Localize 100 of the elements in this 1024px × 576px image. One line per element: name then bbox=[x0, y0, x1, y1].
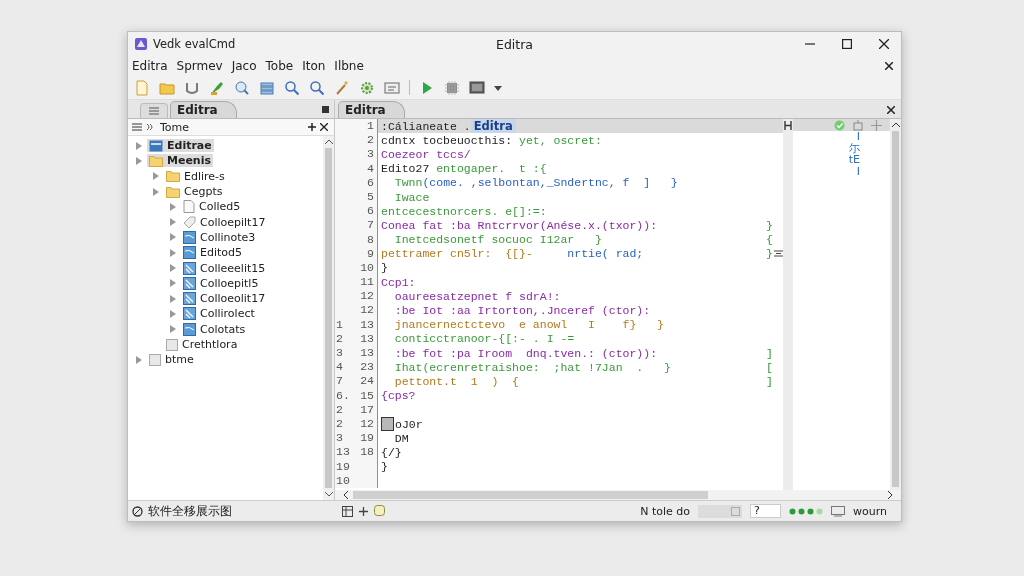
scroll-right-icon[interactable] bbox=[887, 491, 893, 499]
code-line: } bbox=[381, 460, 388, 474]
mode-dropdown[interactable]: ? bbox=[750, 504, 781, 518]
close-icon[interactable] bbox=[885, 62, 893, 70]
editor-tab[interactable]: Editra bbox=[338, 101, 405, 118]
line-number: 13 bbox=[350, 346, 377, 361]
menu-item[interactable]: Jaco bbox=[231, 59, 257, 73]
tree-item[interactable]: Meenis bbox=[147, 154, 214, 168]
expand-arrow-icon[interactable] bbox=[153, 172, 159, 181]
tree-item[interactable]: Editrae bbox=[147, 139, 214, 153]
tree-item[interactable]: btme bbox=[147, 353, 196, 367]
expand-arrow-icon[interactable] bbox=[170, 233, 176, 242]
expand-arrow-icon[interactable] bbox=[170, 294, 176, 303]
status-field[interactable] bbox=[698, 504, 742, 518]
panel-tab[interactable]: Editra bbox=[170, 101, 237, 118]
check-icon[interactable] bbox=[834, 119, 845, 131]
expand-arrow-icon[interactable] bbox=[170, 248, 176, 257]
line-number: 23 bbox=[350, 360, 377, 375]
code-bracket: } bbox=[766, 247, 773, 261]
scroll-left-icon[interactable] bbox=[343, 491, 349, 499]
menu-item[interactable]: Iton bbox=[302, 59, 326, 73]
tree-item[interactable]: Colleeelit15 bbox=[181, 261, 268, 275]
code-line: Edito27 entogaper. t :{ bbox=[381, 162, 547, 176]
script-file-icon bbox=[183, 261, 196, 275]
line-number: 1 bbox=[350, 119, 377, 134]
menu-item[interactable]: Tobe bbox=[265, 59, 294, 73]
panel-header: Tome bbox=[160, 120, 190, 134]
expand-arrow-icon[interactable] bbox=[170, 279, 176, 288]
close-icon[interactable] bbox=[879, 39, 889, 49]
add-icon[interactable] bbox=[359, 506, 368, 516]
tree-item[interactable]: Colled5 bbox=[181, 200, 243, 214]
outline-mark[interactable]: tE bbox=[848, 154, 860, 166]
expand-arrow-icon[interactable] bbox=[170, 325, 176, 334]
code-line: pettramer cn5lr: {[}- nrtie( rad; bbox=[381, 247, 644, 261]
code-bracket: } bbox=[766, 218, 773, 232]
blank-file-icon bbox=[149, 353, 161, 366]
find-file-icon[interactable] bbox=[234, 79, 250, 96]
code-bracket: [ bbox=[766, 360, 773, 374]
folder-icon bbox=[166, 170, 180, 183]
line-number: 2 bbox=[350, 133, 377, 148]
expand-arrow-icon[interactable] bbox=[136, 156, 142, 165]
grid-icon[interactable] bbox=[342, 505, 353, 517]
cursor-position: N tole do bbox=[640, 504, 690, 518]
move-icon[interactable] bbox=[871, 119, 882, 131]
expand-arrow-icon[interactable] bbox=[170, 309, 176, 318]
split-icon[interactable] bbox=[784, 121, 792, 130]
scroll-down-icon[interactable] bbox=[324, 491, 333, 497]
chip-icon[interactable] bbox=[444, 79, 460, 96]
tab[interactable] bbox=[140, 103, 168, 118]
tree-item[interactable]: Collirolect bbox=[181, 307, 257, 321]
close-icon[interactable] bbox=[320, 123, 328, 131]
menu-item[interactable]: Sprmev bbox=[176, 59, 223, 73]
stack-icon[interactable] bbox=[259, 79, 275, 96]
code-bracket: ] bbox=[766, 374, 773, 388]
expand-arrow-icon[interactable] bbox=[153, 187, 159, 196]
scroll-up-icon[interactable] bbox=[891, 122, 900, 128]
line-number: 12 bbox=[350, 289, 377, 304]
code-line: Conea fat :ba Rntcrrvor(Anése.x.(txor)): bbox=[381, 218, 659, 232]
expand-arrow-icon[interactable] bbox=[170, 202, 176, 211]
document-icon bbox=[183, 230, 196, 244]
gear-icon[interactable] bbox=[359, 79, 375, 96]
new-file-icon[interactable] bbox=[134, 79, 150, 96]
project-icon bbox=[149, 139, 163, 152]
caret-icon[interactable] bbox=[494, 83, 502, 92]
tree-item[interactable]: Edlire-s bbox=[164, 169, 227, 183]
menu-item[interactable]: Editra bbox=[132, 59, 168, 73]
tree-item[interactable]: Crethtlora bbox=[164, 338, 240, 351]
tree-item[interactable]: Collinote3 bbox=[181, 230, 258, 244]
outline-mark[interactable]: 尓 bbox=[849, 142, 860, 155]
search-icon[interactable] bbox=[284, 79, 300, 96]
tree-item[interactable]: Colloeolit17 bbox=[181, 292, 268, 306]
expand-arrow-icon[interactable] bbox=[136, 141, 142, 150]
tree-item[interactable]: Colotats bbox=[181, 322, 248, 336]
brush-icon[interactable] bbox=[209, 79, 225, 96]
status-message: 软件全移展示图 bbox=[148, 503, 232, 519]
search-icon[interactable] bbox=[309, 79, 325, 96]
expand-arrow-icon[interactable] bbox=[170, 264, 176, 272]
tree-item[interactable]: Editod5 bbox=[181, 246, 244, 260]
code-line: Inetcedsonetf socuoc I12ar } bbox=[393, 233, 602, 247]
expand-arrow-icon[interactable] bbox=[170, 218, 176, 227]
expand-arrow-icon[interactable] bbox=[136, 355, 142, 364]
scroll-up-icon[interactable] bbox=[324, 139, 333, 145]
bookmark-marker[interactable] bbox=[381, 417, 394, 432]
menu-item[interactable]: Ilbne bbox=[334, 59, 364, 73]
add-icon[interactable] bbox=[308, 123, 316, 131]
maximize-icon[interactable] bbox=[842, 39, 852, 49]
tree-item[interactable]: Colloepitl5 bbox=[181, 276, 261, 290]
outline-mark[interactable]: I bbox=[856, 165, 860, 178]
menu-icon[interactable] bbox=[132, 123, 142, 131]
code-bracket: ] bbox=[766, 346, 773, 360]
tree-item[interactable]: Cegpts bbox=[164, 185, 225, 199]
wand-icon[interactable] bbox=[334, 79, 350, 96]
monitor-icon[interactable] bbox=[469, 79, 485, 96]
close-icon[interactable] bbox=[887, 106, 895, 114]
outline-mark[interactable]: I bbox=[856, 131, 860, 143]
scrollbar[interactable] bbox=[890, 119, 901, 490]
document-icon bbox=[183, 322, 196, 336]
note-icon[interactable] bbox=[374, 505, 385, 517]
tree-item[interactable]: Colloepilt17 bbox=[181, 215, 268, 229]
scrollbar[interactable] bbox=[323, 136, 334, 500]
